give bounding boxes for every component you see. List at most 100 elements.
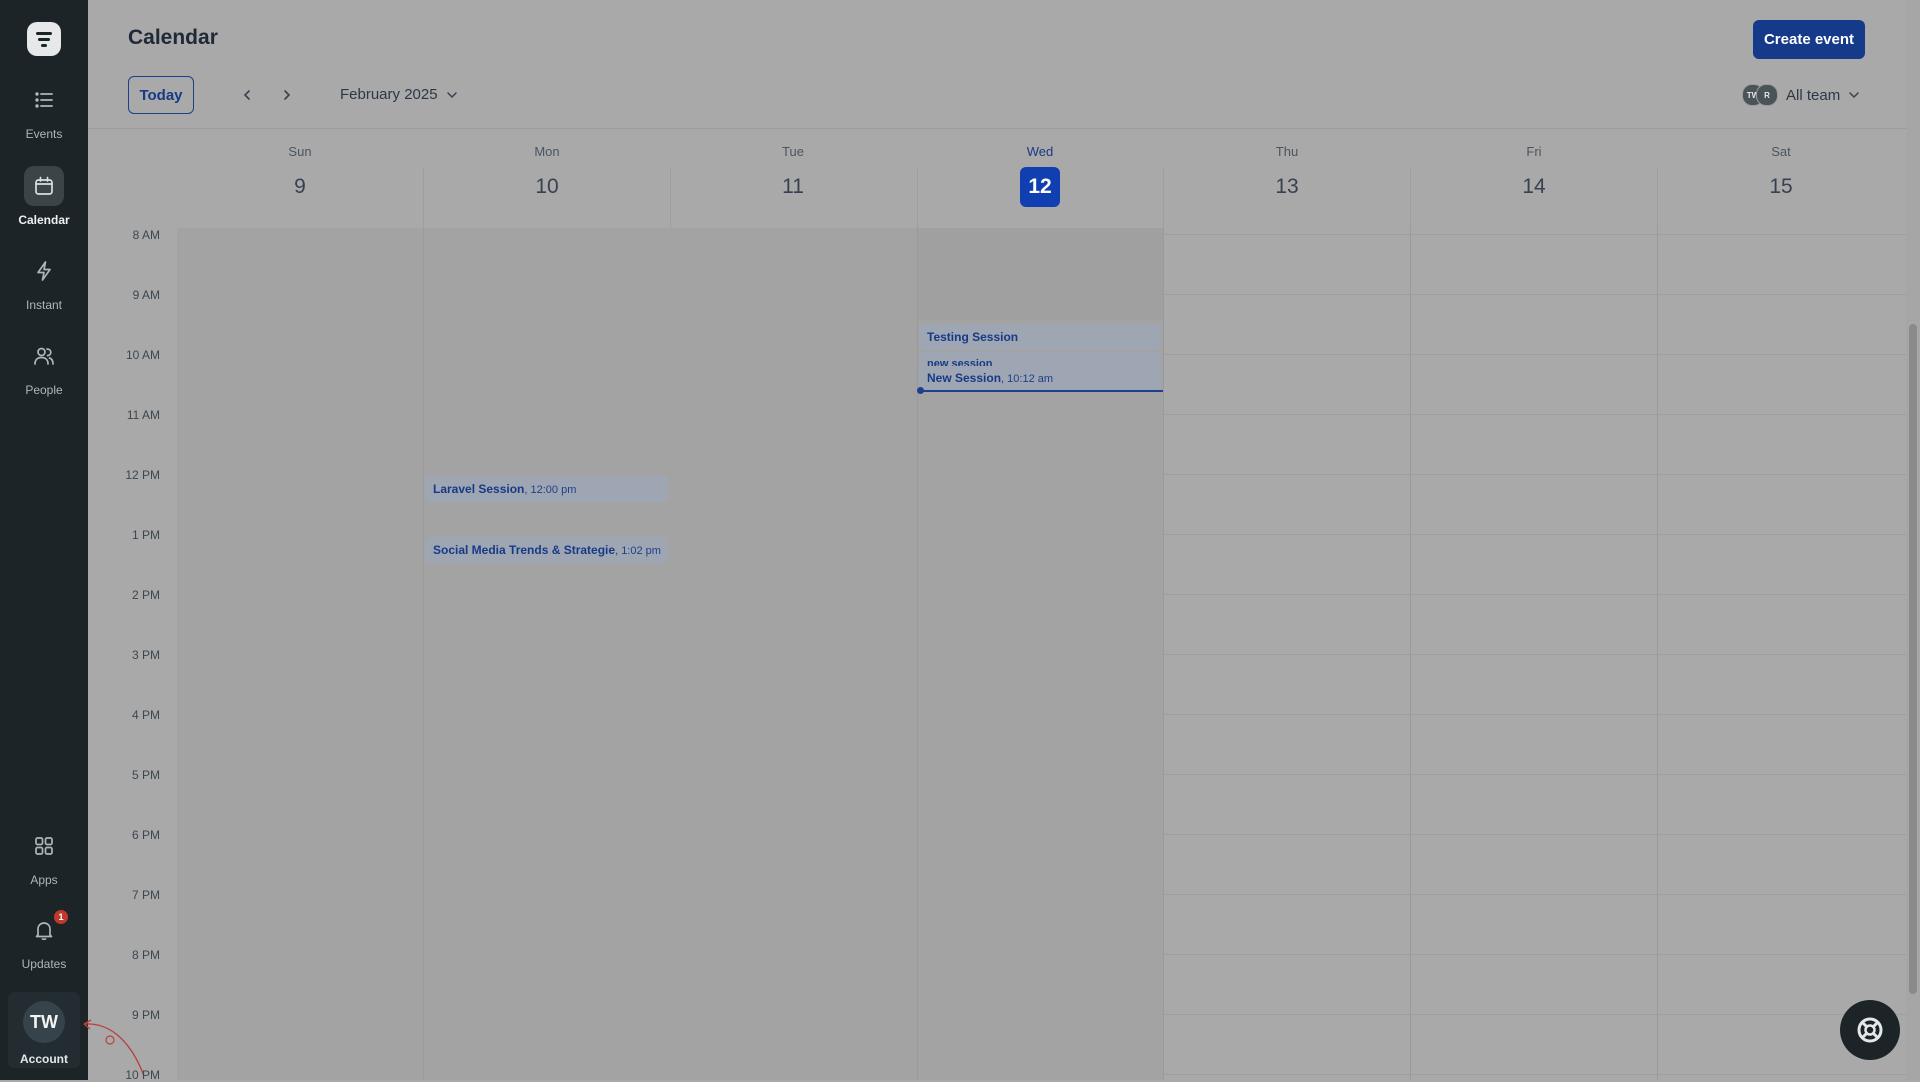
hour-line (1163, 534, 1906, 535)
sidebar-item-events[interactable]: Events (0, 80, 88, 152)
day-number: 13 (1275, 175, 1299, 198)
hour-label: 2 PM (131, 588, 160, 602)
event-time: 1:02 pm (621, 545, 661, 557)
hour-label: 6 PM (131, 828, 160, 842)
today-button[interactable]: Today (128, 76, 194, 114)
chevron-down-icon (1849, 92, 1859, 99)
day-header-fri[interactable]: Fri 14 (1411, 128, 1657, 228)
past-time-shade-today (917, 228, 1163, 320)
chevron-down-icon (446, 91, 457, 98)
team-avatar: R (1756, 84, 1778, 106)
hour-line (1163, 834, 1906, 835)
day-header-sun[interactable]: Sun 9 (177, 128, 423, 228)
event-card[interactable]: Laravel Session, 12:00 pm (425, 476, 668, 502)
hour-line (1163, 474, 1906, 475)
hour-line (1163, 1014, 1906, 1015)
column-divider (423, 168, 424, 228)
event-title: New Session (927, 371, 1002, 385)
day-header-sat[interactable]: Sat 15 (1658, 128, 1904, 228)
day-header-mon[interactable]: Mon 10 (424, 128, 670, 228)
team-avatars: TW R (1742, 84, 1778, 106)
team-filter[interactable]: TW R All team (1742, 84, 1860, 106)
column-divider (1410, 168, 1411, 228)
current-time-line (921, 390, 1163, 392)
day-name: Sat (1771, 144, 1791, 159)
hour-label: 5 PM (131, 768, 160, 782)
chevron-right-icon (284, 90, 291, 100)
create-event-button[interactable]: Create event (1753, 20, 1865, 59)
day-name: Wed (1026, 144, 1054, 159)
hour-line (1163, 654, 1906, 655)
hour-line (1163, 234, 1906, 235)
day-name: Thu (1275, 144, 1299, 159)
event-title: new session (927, 358, 993, 366)
hour-line (1163, 894, 1906, 895)
hour-label: 9 AM (132, 288, 160, 302)
hour-label: 8 PM (131, 948, 160, 962)
hour-label: 1 PM (131, 528, 160, 542)
event-title: Social Media Trends & Strategie (433, 543, 616, 557)
help-button[interactable] (1840, 1000, 1900, 1060)
event-title: Testing Session (927, 330, 1019, 344)
sidebar-item-label: Events (25, 127, 63, 141)
hour-label: 4 PM (131, 708, 160, 722)
event-card[interactable]: New Session, 10:12 am (919, 366, 1161, 390)
lifebuoy-icon (1857, 1017, 1883, 1043)
hour-label: 7 PM (131, 888, 160, 902)
event-card[interactable]: Testing Session (919, 324, 1161, 350)
hour-label: 9 PM (131, 1008, 160, 1022)
month-label: February 2025 (340, 86, 438, 103)
day-header-tue[interactable]: Tue 11 (670, 128, 916, 228)
day-name: Tue (782, 144, 804, 159)
column-divider (423, 228, 424, 1080)
day-name: Mon (534, 144, 560, 159)
day-name: Sun (288, 144, 312, 159)
event-time: 12:00 pm (530, 484, 577, 496)
day-number-today: 12 (1020, 167, 1060, 207)
day-header-wed[interactable]: Wed 12 (917, 128, 1163, 228)
hour-line (1163, 294, 1906, 295)
day-number: 14 (1522, 175, 1546, 198)
event-time: 10:12 am (1007, 373, 1054, 385)
event-title: Laravel Session (433, 482, 525, 496)
team-label: All team (1786, 86, 1841, 104)
day-number: 15 (1769, 175, 1793, 198)
event-card[interactable]: Social Media Trends & Strategie, 1:02 pm (425, 537, 668, 563)
hour-line (1163, 1074, 1906, 1075)
hour-line (1163, 714, 1906, 715)
hour-line (1163, 954, 1906, 955)
sidebar-item-label: Calendar (18, 213, 70, 227)
hour-label: 12 PM (125, 468, 160, 482)
column-divider (1163, 168, 1164, 228)
week-grid: 8 AM 9 AM 10 AM 11 AM 12 PM 1 PM 2 PM 3 … (0, 228, 1906, 1082)
hour-label: 10 AM (125, 348, 160, 362)
column-divider (917, 228, 918, 1080)
calendar-icon (24, 166, 64, 206)
current-time-dot (917, 387, 924, 394)
hour-label: 8 AM (132, 228, 160, 242)
prev-week-button[interactable] (236, 84, 258, 106)
scrollbar-thumb[interactable] (1909, 324, 1917, 994)
column-divider (670, 168, 671, 228)
hour-line (1163, 414, 1906, 415)
day-number: 11 (782, 175, 804, 198)
chevron-left-icon (243, 90, 250, 100)
app-logo-icon[interactable] (27, 22, 61, 56)
month-picker[interactable]: February 2025 (340, 86, 458, 103)
hour-label: 3 PM (131, 648, 160, 662)
list-icon (24, 80, 64, 120)
scrollbar[interactable] (1906, 0, 1920, 1080)
event-card[interactable]: new session (919, 352, 1161, 366)
day-header-thu[interactable]: Thu 13 (1164, 128, 1410, 228)
hour-line (1163, 774, 1906, 775)
day-number: 9 (294, 175, 306, 198)
day-number: 10 (535, 175, 559, 198)
day-name: Fri (1526, 144, 1542, 159)
column-divider (1657, 168, 1658, 228)
hour-line (1163, 354, 1906, 355)
next-week-button[interactable] (276, 84, 298, 106)
column-divider (917, 168, 918, 228)
hour-line (1163, 594, 1906, 595)
hour-label: 11 AM (126, 408, 160, 422)
page-title: Calendar (128, 26, 218, 49)
